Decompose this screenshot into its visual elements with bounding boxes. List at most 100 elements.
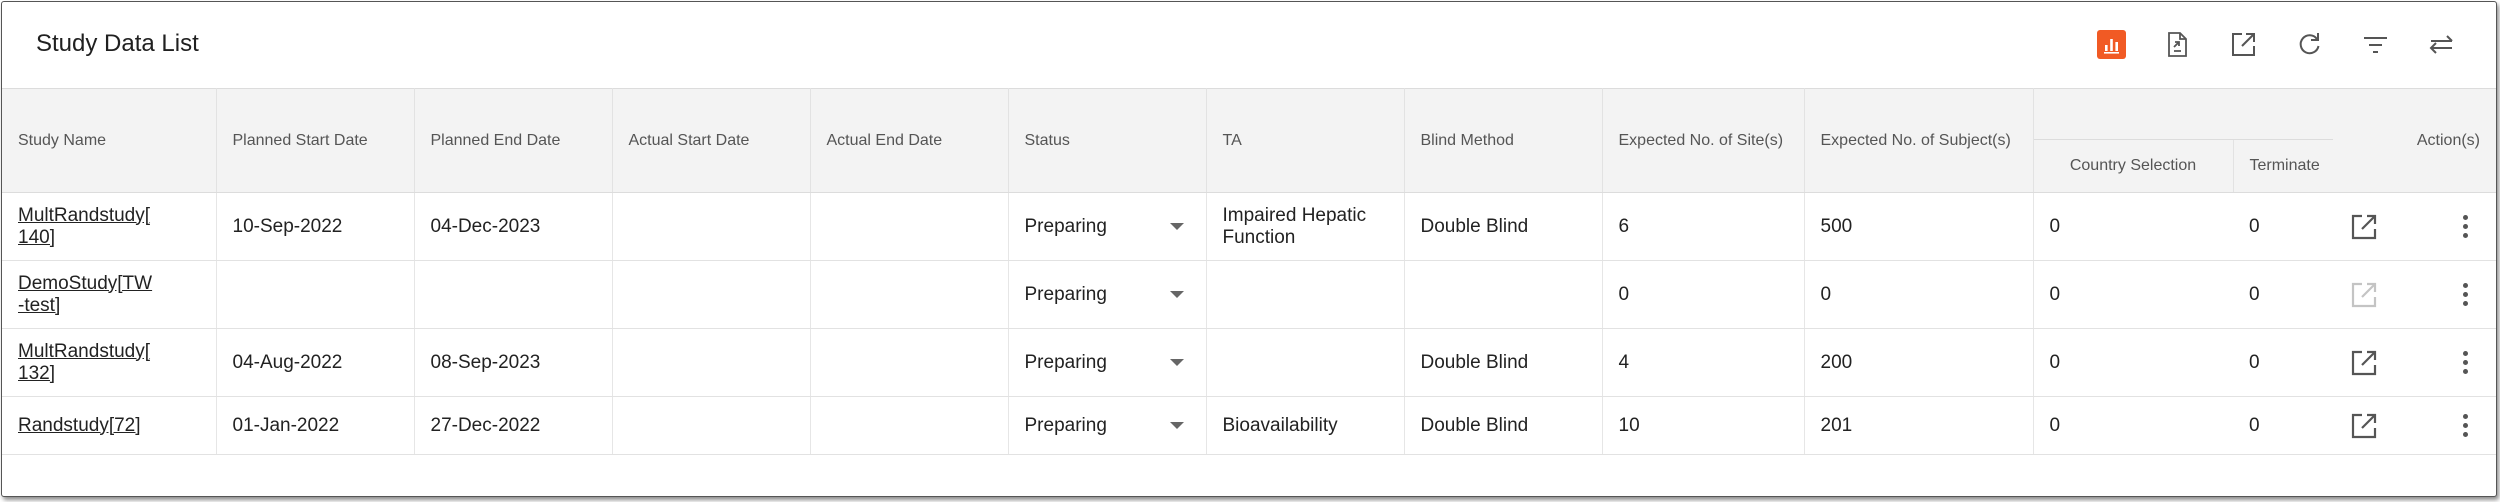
status-value: Preparing: [1024, 283, 1107, 305]
caret-down-icon: [1169, 422, 1184, 429]
status-value: Preparing: [1024, 351, 1107, 373]
swap-button[interactable]: [2427, 30, 2456, 59]
cell-actions: [2333, 328, 2496, 397]
col-header-expected-subjects[interactable]: Expected No. of Subject(s): [1804, 88, 2034, 193]
col-header-actual-end[interactable]: Actual End Date: [810, 88, 1009, 193]
caret-down-icon: [1169, 223, 1184, 230]
ta-line-1: Bioavailability: [1222, 414, 1338, 436]
more-options-icon[interactable]: [2450, 348, 2480, 378]
cell-expected-subjects: 201: [1804, 396, 2034, 455]
col-header-expected-sites[interactable]: Expected No. of Site(s): [1602, 88, 1805, 193]
study-data-table: Study Name Planned Start Date Planned En…: [2, 88, 2496, 455]
cell-actual-end: [810, 260, 1009, 329]
status-dropdown[interactable]: Preparing: [1025, 284, 1190, 306]
page-title: Study Data List: [36, 30, 199, 57]
cell-study-name: MultRandstudy[140]: [2, 192, 217, 261]
cell-status: Preparing: [1008, 192, 1207, 261]
cell-status: Preparing: [1008, 260, 1207, 329]
cell-study-name: DemoStudy[TW -test]: [2, 260, 217, 329]
cell-actions: [2333, 192, 2496, 261]
cell-actual-start: [612, 192, 811, 261]
cell-expected-subjects: 500: [1804, 192, 2034, 261]
cell-expected-sites: 4: [1602, 328, 1805, 397]
cell-status: Preparing: [1008, 396, 1207, 455]
col-header-blind-method[interactable]: Blind Method: [1404, 88, 1603, 193]
cell-terminate: 0: [2233, 328, 2333, 397]
cell-expected-sites: 0: [1602, 260, 1805, 329]
cell-expected-subjects: 0: [1804, 260, 2034, 329]
cell-actual-end: [810, 396, 1009, 455]
cell-country-selection: 0: [2033, 192, 2233, 261]
col-header-terminate[interactable]: Terminate: [2233, 139, 2333, 193]
cell-expected-sites: 6: [1602, 192, 1805, 261]
cell-planned-end: [414, 260, 613, 329]
cell-blind-method: Double Blind: [1404, 328, 1603, 397]
refresh-button[interactable]: [2295, 30, 2324, 59]
chart-button[interactable]: [2097, 30, 2126, 59]
col-header-actions: Action(s): [2333, 88, 2496, 193]
col-header-status[interactable]: Status: [1008, 88, 1207, 193]
open-external-button[interactable]: [2229, 30, 2258, 59]
ta-line-2: Function: [1222, 226, 1296, 248]
refresh-icon: [2299, 33, 2320, 55]
cell-planned-start: [216, 260, 415, 329]
table-row: MultRandstudy[132] 04-Aug-2022 08-Sep-20…: [2, 328, 2496, 397]
table-row: DemoStudy[TW -test] Preparing 0 0 0 0: [2, 260, 2496, 329]
open-external-icon[interactable]: [2349, 212, 2379, 242]
table-row: Randstudy[72] 01-Jan-2022 27-Dec-2022 Pr…: [2, 396, 2496, 455]
col-header-ta[interactable]: TA: [1206, 88, 1405, 193]
swap-icon: [2429, 35, 2453, 54]
cell-ta: [1206, 328, 1405, 397]
open-external-icon[interactable]: [2349, 411, 2379, 441]
caret-down-icon: [1169, 291, 1184, 298]
ta-line-1: Impaired Hepatic: [1222, 204, 1367, 226]
col-header-planned-end[interactable]: Planned End Date: [414, 88, 613, 193]
cell-ta: Bioavailability: [1206, 396, 1405, 455]
cell-country-selection: 0: [2033, 260, 2233, 329]
study-name-link[interactable]: Randstudy[72]: [18, 415, 141, 436]
cell-actions: [2333, 396, 2496, 455]
cell-blind-method: Double Blind: [1404, 192, 1603, 261]
filter-button[interactable]: [2361, 30, 2390, 59]
more-options-icon[interactable]: [2450, 280, 2480, 310]
cell-actual-end: [810, 328, 1009, 397]
cell-expected-sites: 10: [1602, 396, 1805, 455]
export-file-button[interactable]: [2163, 30, 2192, 59]
cell-planned-end: 04-Dec-2023: [414, 192, 613, 261]
study-name-link[interactable]: DemoStudy[TW -test]: [18, 273, 152, 316]
cell-planned-start: 10-Sep-2022: [216, 192, 415, 261]
export-file-icon: [2168, 32, 2187, 57]
col-header-actual-start[interactable]: Actual Start Date: [612, 88, 811, 193]
cell-actions: [2333, 260, 2496, 329]
cell-study-name: Randstudy[72]: [2, 396, 217, 455]
cell-terminate: 0: [2233, 396, 2333, 455]
status-dropdown[interactable]: Preparing: [1025, 415, 1190, 437]
cell-actual-start: [612, 328, 811, 397]
filter-icon: [2364, 37, 2387, 53]
table-row: MultRandstudy[140] 10-Sep-2022 04-Dec-20…: [2, 192, 2496, 261]
col-header-country-selection[interactable]: Country Selection: [2033, 139, 2234, 193]
cell-actual-start: [612, 396, 811, 455]
cell-country-selection: 0: [2033, 328, 2233, 397]
open-external-icon[interactable]: [2349, 348, 2379, 378]
status-dropdown[interactable]: Preparing: [1025, 216, 1190, 238]
open-external-icon-disabled: [2351, 282, 2377, 307]
col-header-study-name[interactable]: Study Name: [2, 88, 217, 193]
status-value: Preparing: [1024, 215, 1107, 237]
cell-ta: Impaired Hepatic Function: [1206, 192, 1405, 261]
cell-actual-end: [810, 192, 1009, 261]
more-options-icon[interactable]: [2450, 411, 2480, 441]
study-data-list-panel: Study Data List Study Name Planned Start…: [1, 1, 2497, 497]
cell-blind-method: [1404, 260, 1603, 329]
cell-study-name: MultRandstudy[132]: [2, 328, 217, 397]
status-dropdown[interactable]: Preparing: [1025, 352, 1190, 374]
study-name-link[interactable]: MultRandstudy[132]: [18, 341, 150, 384]
col-header-planned-start[interactable]: Planned Start Date: [216, 88, 415, 193]
cell-terminate: 0: [2233, 260, 2333, 329]
cell-blind-method: Double Blind: [1404, 396, 1603, 455]
study-name-link[interactable]: MultRandstudy[140]: [18, 205, 150, 248]
cell-planned-start: 01-Jan-2022: [216, 396, 415, 455]
chart-icon: [2104, 39, 2119, 54]
more-options-icon[interactable]: [2450, 212, 2480, 242]
panel-header: Study Data List: [2, 2, 2496, 88]
